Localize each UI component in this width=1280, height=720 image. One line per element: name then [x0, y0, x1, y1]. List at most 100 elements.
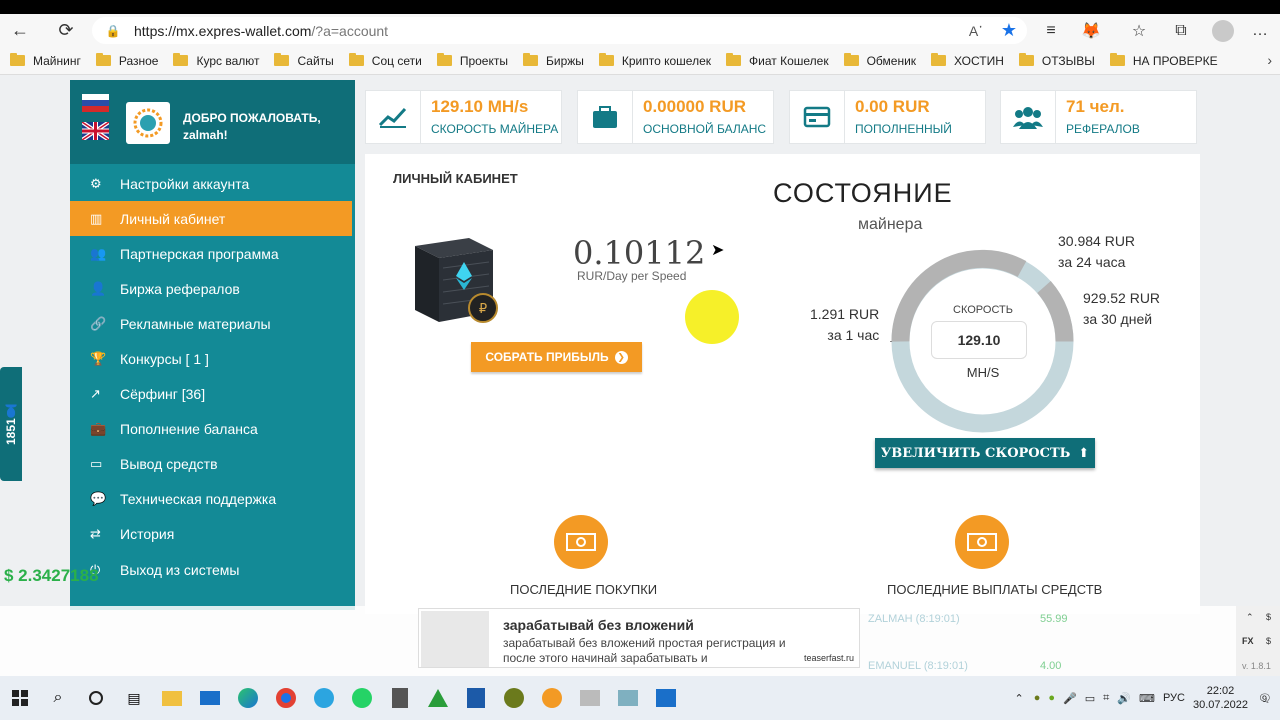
sidebar-item-2[interactable]: 👥 Партнерская программа: [70, 236, 355, 271]
language-indicator[interactable]: РУС: [1163, 692, 1185, 704]
month-label: за 30 дней: [1083, 311, 1153, 327]
teaser-ad[interactable]: зарабатывай без вложений зарабатывай без…: [418, 608, 860, 668]
bookmark-0[interactable]: Майнинг: [10, 53, 81, 68]
edge-icon[interactable]: [230, 680, 266, 716]
online-users-tab[interactable]: 1851 👤: [0, 367, 22, 481]
tray-app-icon[interactable]: ●: [1034, 692, 1041, 704]
bookmark-9[interactable]: Обменик: [843, 53, 916, 68]
sidebar-item-label: Партнерская программа: [120, 245, 279, 262]
increase-speed-label: УВЕЛИЧИТЬ СКОРОСТЬ: [880, 445, 1071, 461]
daily-rate: 0.10112: [573, 234, 706, 272]
chevron-up-icon[interactable]: ⌃: [1015, 692, 1024, 705]
sidebar-item-6[interactable]: ↗ Сёрфинг [36]: [70, 377, 355, 412]
money-icon: [554, 515, 608, 569]
stat-card: 0.00 RUR ПОПОЛНЕННЫЙ: [789, 90, 986, 144]
sidebar-item-3[interactable]: 👤 Биржа рефералов: [70, 271, 355, 306]
bookmark-11[interactable]: ОТЗЫВЫ: [1018, 53, 1095, 68]
purchases-title: ПОСЛЕДНИЕ ПОКУПКИ: [510, 582, 658, 597]
sidebar-item-1[interactable]: ▥ Личный кабинет: [70, 201, 352, 237]
sidebar-item-4[interactable]: 🔗 Рекламные материалы: [70, 306, 355, 341]
menu-item-icon: ▥: [90, 210, 103, 226]
menu-item-icon: 🏆: [90, 351, 107, 367]
app-icon[interactable]: [648, 680, 684, 716]
bookmark-8[interactable]: Фиат Кошелек: [726, 53, 829, 68]
increase-speed-button[interactable]: УВЕЛИЧИТЬ СКОРОСТЬ ⬆: [875, 438, 1095, 468]
microphone-icon[interactable]: 🎤: [1063, 692, 1077, 705]
sidebar-item-0[interactable]: ⚙ Настройки аккаунта: [70, 166, 355, 201]
favorite-star-icon[interactable]: ★: [1001, 20, 1017, 41]
tray-app-icon[interactable]: ●: [1048, 692, 1055, 704]
metamask-icon[interactable]: 🦊: [1076, 14, 1106, 47]
app-icon[interactable]: [458, 680, 494, 716]
search-icon[interactable]: ⌕: [40, 680, 76, 716]
cortana-icon[interactable]: [78, 680, 114, 716]
bookmark-3[interactable]: Сайты: [274, 53, 334, 68]
sidebar-item-8[interactable]: ▭ Вывод средств: [70, 447, 355, 482]
taskbar: ⌕ ▤ ⌃ ● ● 🎤 ▭ ⌗ 🔊 ⌨ РУС 22:02 30.07.2022…: [0, 676, 1280, 720]
sidebar-item-label: Личный кабинет: [120, 210, 226, 227]
menu-item-icon: ↗: [90, 386, 101, 402]
address-bar[interactable]: 🔒 https://mx.expres-wallet.com/?a=accoun…: [92, 17, 1027, 44]
bookmark-2[interactable]: Курс валют: [173, 53, 259, 68]
notification-icon[interactable]: 🗨 9: [1258, 692, 1272, 705]
back-icon[interactable]: ←: [0, 14, 40, 47]
sidebar-item-7[interactable]: 💼 Пополнение баланса: [70, 412, 355, 447]
sidebar-item-5[interactable]: 🏆 Конкурсы [ 1 ]: [70, 341, 355, 376]
app-icon[interactable]: [534, 680, 570, 716]
flag-uk-icon[interactable]: [82, 122, 109, 140]
app-icon[interactable]: [572, 680, 608, 716]
profile-avatar[interactable]: [1208, 14, 1238, 47]
flag-ru-icon[interactable]: [82, 94, 109, 112]
menu-icon[interactable]: …: [1245, 14, 1275, 47]
stat-label: ОСНОВНОЙ БАЛАНС: [643, 122, 767, 136]
hour-label: за 1 час: [827, 327, 880, 343]
app-icon[interactable]: [420, 680, 456, 716]
stat-value: 0.00000 RUR: [643, 97, 747, 116]
bookmarks-bar: Майнинг Разное Курс валют Сайты Соц сети Прое…: [0, 47, 1280, 75]
wallet-balance: $ 2.3427188: [4, 566, 99, 585]
sidebar-item-11[interactable]: ⏻ Выход из системы: [70, 552, 355, 587]
app-icon[interactable]: [610, 680, 646, 716]
network-icon[interactable]: ⌗: [1103, 692, 1109, 705]
volume-icon[interactable]: 🔊: [1117, 692, 1131, 705]
reload-icon[interactable]: ⟳: [46, 14, 86, 47]
daily-rate-unit: RUR/Day per Speed: [577, 269, 687, 283]
chevron-up-icon[interactable]: ⌃: [1246, 612, 1254, 623]
calculator-icon[interactable]: [382, 680, 418, 716]
sidebar-item-9[interactable]: 💬 Техническая поддержка: [70, 482, 355, 517]
favorites-icon[interactable]: ☆: [1124, 14, 1154, 47]
payout-amount-1: 55.99: [1040, 613, 1068, 625]
stat-card: 71 чел. РЕФЕРАЛОВ: [1000, 90, 1197, 144]
bookmark-10[interactable]: ХОСТИН: [931, 53, 1004, 68]
extension-icon[interactable]: ≡: [1036, 14, 1066, 47]
bookmark-6[interactable]: Биржы: [522, 53, 584, 68]
bookmark-7[interactable]: Крипто кошелек: [598, 53, 711, 68]
folder-icon: [436, 53, 452, 66]
read-aloud-icon[interactable]: A᾿: [969, 23, 983, 39]
bookmark-12[interactable]: НА ПРОВЕРКЕ: [1109, 53, 1218, 68]
battery-icon[interactable]: ▭: [1085, 692, 1095, 705]
bookmark-1[interactable]: Разное: [95, 53, 158, 68]
app-icon[interactable]: [496, 680, 532, 716]
clock[interactable]: 22:02 30.07.2022: [1193, 684, 1248, 712]
bookmark-4[interactable]: Соц сети: [348, 53, 422, 68]
bookmark-5[interactable]: Проекты: [436, 53, 508, 68]
keyboard-icon[interactable]: ⌨: [1139, 692, 1155, 705]
mail-icon[interactable]: [192, 680, 228, 716]
bookmark-label: Биржы: [545, 53, 584, 68]
collections-icon[interactable]: ⧉: [1166, 14, 1196, 47]
more-bookmarks-icon[interactable]: ›: [1267, 52, 1272, 68]
fx-panel[interactable]: ⌃ FX $ $ v. 1.8.1: [1236, 606, 1280, 676]
whatsapp-icon[interactable]: [344, 680, 380, 716]
telegram-icon[interactable]: [306, 680, 342, 716]
sidebar-item-10[interactable]: ⇄ История: [70, 517, 355, 552]
url-host: https://mx.expres-wallet.com: [134, 22, 312, 39]
task-view-icon[interactable]: ▤: [116, 680, 152, 716]
sidebar-item-label: Сёрфинг [36]: [120, 386, 206, 403]
chrome-icon[interactable]: [268, 680, 304, 716]
windows-start-icon[interactable]: [2, 680, 38, 716]
collect-profit-label: СОБРАТЬ ПРИБЫЛЬ: [485, 350, 609, 364]
sidebar-menu: ⚙ Настройки аккаунта ▥ Личный кабинет 👥 Партн…: [70, 166, 355, 587]
collect-profit-button[interactable]: СОБРАТЬ ПРИБЫЛЬ ❯: [471, 342, 642, 372]
file-explorer-icon[interactable]: [154, 680, 190, 716]
